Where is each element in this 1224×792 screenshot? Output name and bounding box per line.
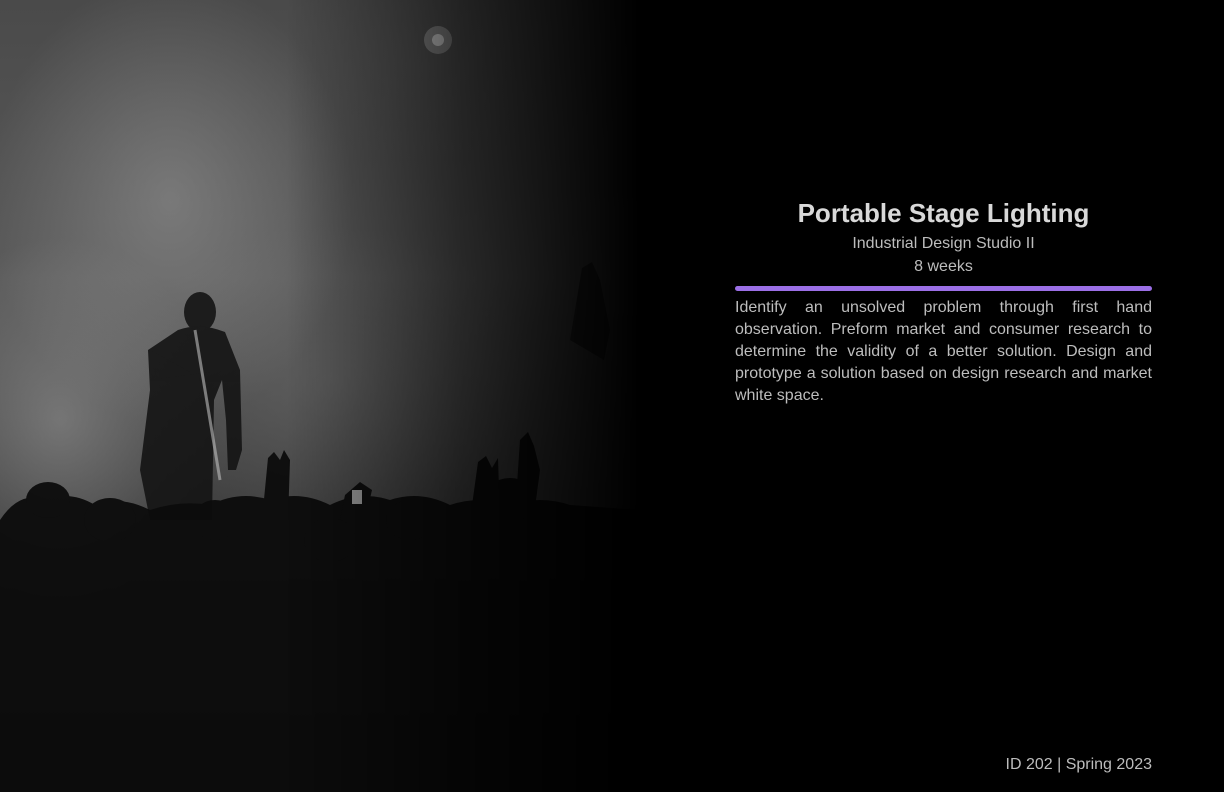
course-term-label: ID 202 | Spring 2023	[1005, 756, 1152, 773]
project-summary: Portable Stage Lighting Industrial Desig…	[735, 196, 1152, 423]
project-description: Identify an unsolved problem through fir…	[735, 299, 1152, 404]
course-name: Industrial Design Studio II	[852, 235, 1035, 252]
hero-photo	[0, 0, 640, 792]
portfolio-page: Portable Stage Lighting Industrial Desig…	[0, 0, 1224, 792]
accent-divider	[735, 286, 1152, 291]
project-title: Portable Stage Lighting	[797, 198, 1090, 228]
project-duration: 8 weeks	[914, 258, 973, 275]
photo-gradient-overlay	[0, 0, 640, 792]
